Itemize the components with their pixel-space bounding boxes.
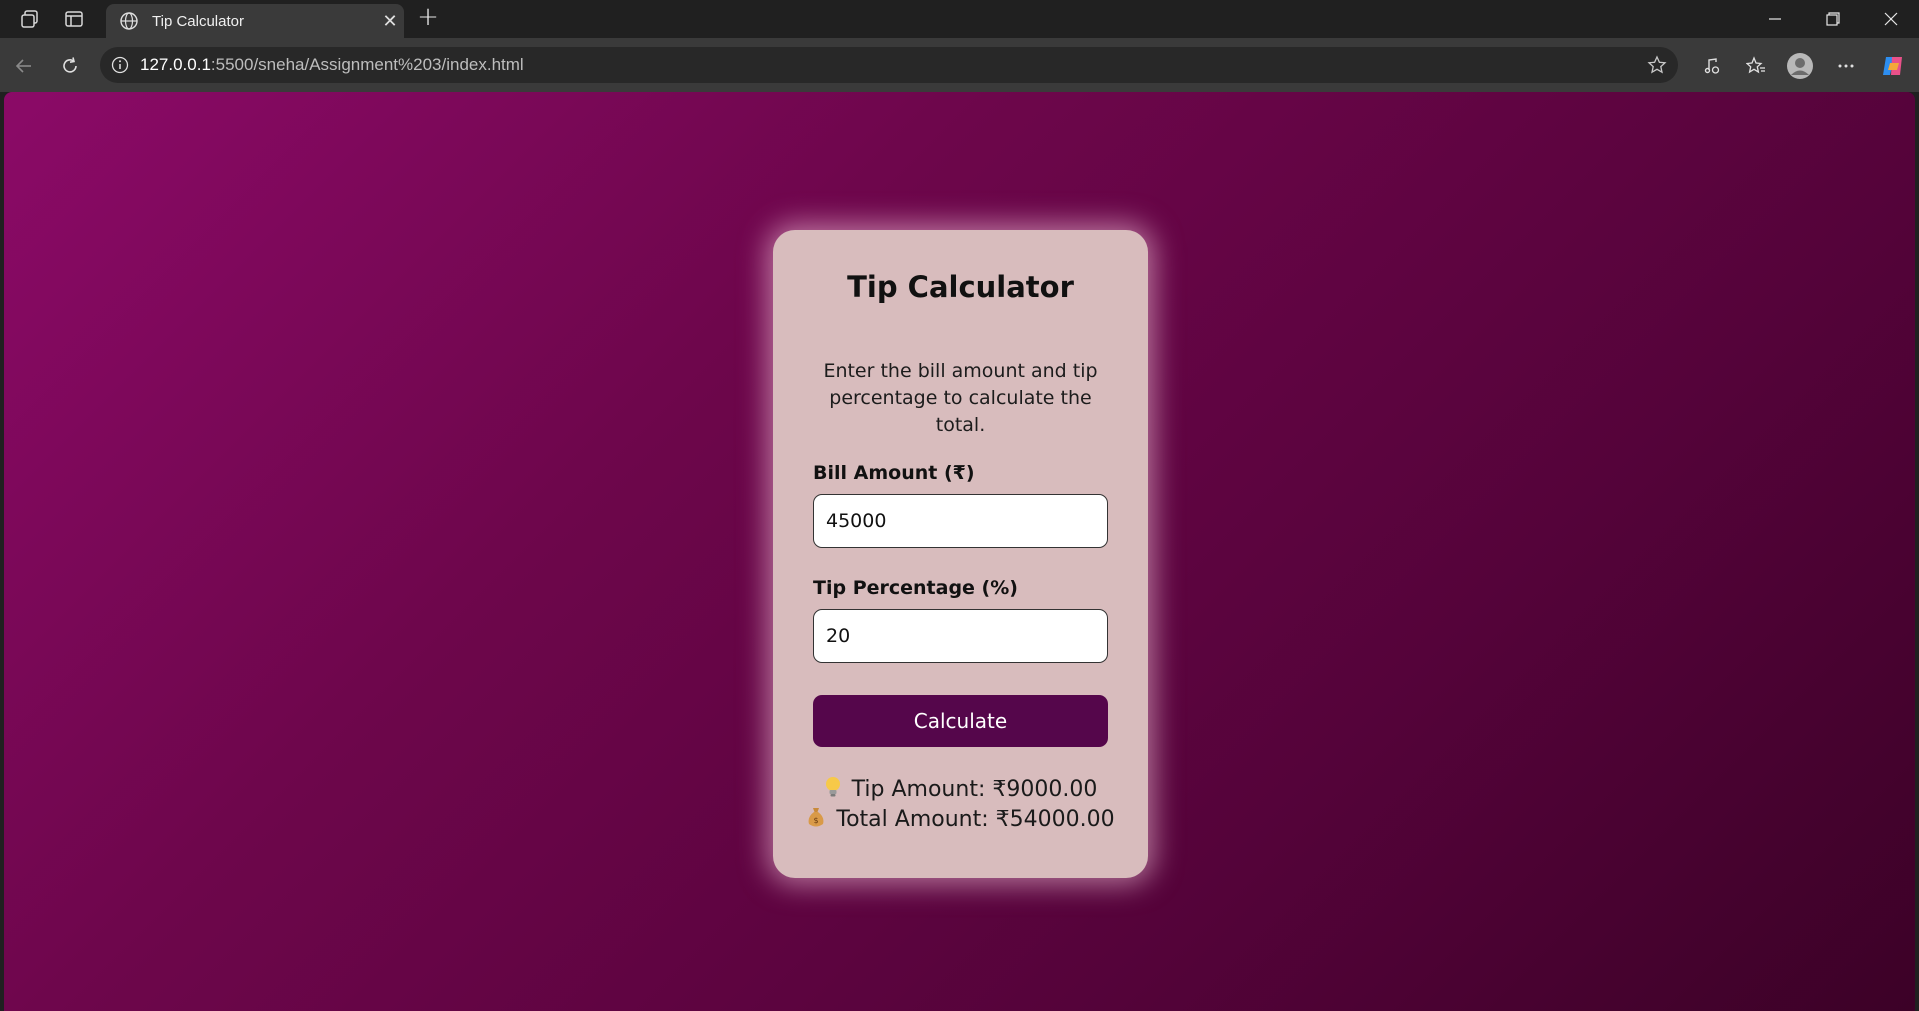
- page-viewport: Tip Calculator Enter the bill amount and…: [4, 92, 1915, 1011]
- bill-amount-label: Bill Amount (₹): [813, 462, 975, 484]
- url-text[interactable]: 127.0.0.1:5500/sneha/Assignment%203/inde…: [140, 55, 1636, 75]
- description-text: Enter the bill amount and tip percentage…: [823, 360, 1098, 436]
- favorites-icon[interactable]: [1742, 52, 1770, 80]
- copilot-icon[interactable]: [1879, 52, 1907, 80]
- lightbulb-icon: [824, 776, 842, 804]
- total-amount-result: $ Total Amount: ₹54000.00: [773, 806, 1148, 834]
- refresh-button[interactable]: [56, 52, 84, 80]
- site-info-icon[interactable]: [100, 56, 140, 74]
- active-tab[interactable]: Tip Calculator ✕: [106, 4, 404, 38]
- close-tab-icon[interactable]: ✕: [376, 11, 404, 32]
- profile-avatar[interactable]: [1786, 52, 1814, 80]
- tab-title: Tip Calculator: [152, 12, 244, 30]
- new-tab-button[interactable]: +: [414, 4, 442, 32]
- bill-amount-input[interactable]: [813, 494, 1108, 548]
- tip-percentage-input[interactable]: [813, 609, 1108, 663]
- page-title: Tip Calculator: [847, 270, 1074, 304]
- favorite-star-icon[interactable]: [1636, 55, 1678, 75]
- url-host: 127.0.0.1: [140, 55, 211, 74]
- browser-toolbar: 127.0.0.1:5500/sneha/Assignment%203/inde…: [0, 38, 1919, 92]
- restore-button[interactable]: [1804, 0, 1862, 38]
- browser-tab-bar: Tip Calculator ✕ +: [0, 0, 1919, 38]
- back-button[interactable]: [10, 52, 38, 80]
- close-window-button[interactable]: [1862, 0, 1919, 38]
- tip-amount-text: Tip Amount: ₹9000.00: [851, 777, 1098, 802]
- vertical-tabs-icon[interactable]: [61, 6, 87, 32]
- tip-amount-result: Tip Amount: ₹9000.00: [773, 776, 1148, 804]
- url-path: :5500/sneha/Assignment%203/index.html: [210, 55, 524, 74]
- total-amount-text: Total Amount: ₹54000.00: [836, 807, 1115, 832]
- tip-calculator-card: Tip Calculator Enter the bill amount and…: [773, 230, 1148, 878]
- money-bag-icon: $: [806, 806, 826, 834]
- address-bar[interactable]: 127.0.0.1:5500/sneha/Assignment%203/inde…: [100, 47, 1678, 83]
- minimize-button[interactable]: [1746, 0, 1804, 38]
- workspaces-icon[interactable]: [17, 6, 43, 32]
- tip-percentage-label: Tip Percentage (%): [813, 577, 1018, 599]
- globe-icon: [114, 11, 144, 31]
- more-menu-icon[interactable]: [1832, 52, 1860, 80]
- svg-text:$: $: [814, 816, 819, 825]
- media-control-icon[interactable]: [1698, 52, 1726, 80]
- calculate-button[interactable]: Calculate: [813, 695, 1108, 747]
